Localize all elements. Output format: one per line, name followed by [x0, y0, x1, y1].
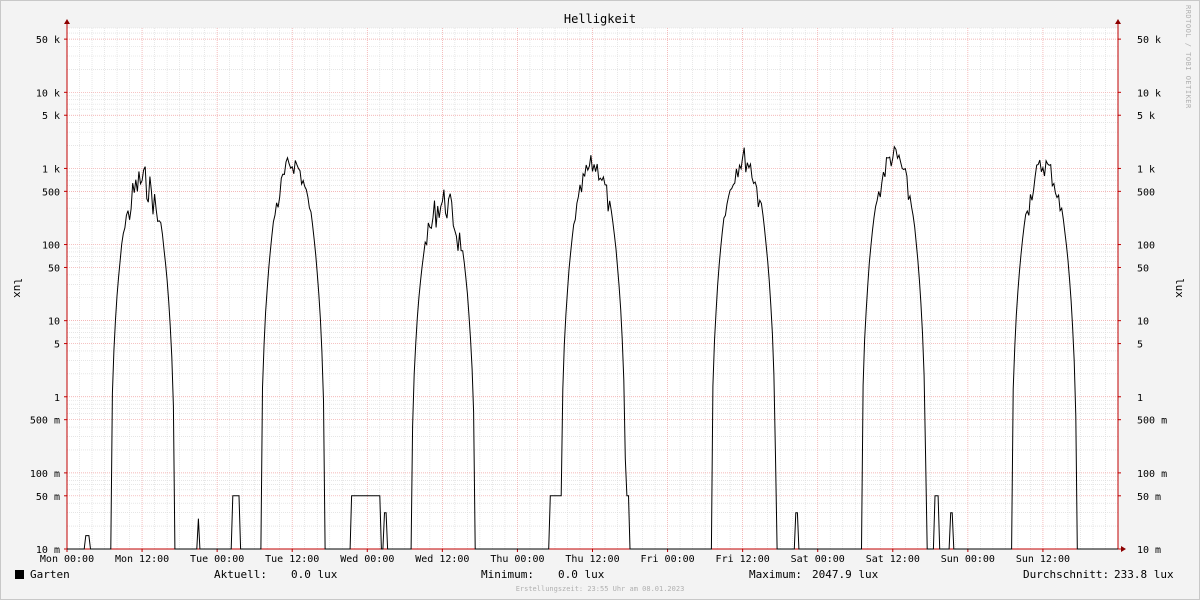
- x-tick-label: Fri 12:00: [716, 554, 770, 565]
- x-tick-label: Mon 12:00: [115, 554, 169, 565]
- x-tick-label: Wed 12:00: [415, 554, 469, 565]
- y-tick-label-right: 500: [1137, 187, 1155, 198]
- creation-time-note: Erstellungszeit: 23:55 Uhr am 08.01.2023: [515, 585, 685, 593]
- legend-avg-value: 233.8 lux: [1114, 568, 1174, 581]
- y-tick-label-right: 5 k: [1137, 111, 1155, 122]
- legend-max-value: 2047.9 lux: [812, 568, 879, 581]
- y-tick-label-right: 500 m: [1137, 416, 1167, 427]
- x-tick-label: Thu 00:00: [490, 554, 544, 565]
- legend-swatch: [15, 570, 24, 579]
- y-tick-label-right: 5: [1137, 340, 1143, 351]
- x-tick-label: Fri 00:00: [640, 554, 694, 565]
- y-tick-label: 10: [48, 317, 60, 328]
- y-tick-label: 10 m: [36, 545, 60, 556]
- y-tick-label: 50 k: [36, 35, 60, 46]
- y-tick-label-right: 50 k: [1137, 35, 1161, 46]
- y-tick-label: 100: [42, 241, 60, 252]
- y-tick-label: 5: [54, 340, 60, 351]
- legend-min-label: Minimum:: [481, 568, 534, 581]
- y-tick-label: 50: [48, 263, 60, 274]
- y-tick-label: 50 m: [36, 492, 60, 503]
- y-axis-label-right: lux: [1173, 278, 1186, 298]
- x-tick-label: Tue 12:00: [265, 554, 319, 565]
- y-tick-label: 1: [54, 393, 60, 404]
- x-tick-label: Thu 12:00: [565, 554, 619, 565]
- x-tick-label: Sun 12:00: [1016, 554, 1070, 565]
- x-axis-arrow: [1121, 546, 1126, 552]
- y-axis-label: lux: [11, 278, 24, 298]
- y-tick-label-right: 50 m: [1137, 492, 1161, 503]
- legend-min-value: 0.0 lux: [558, 568, 605, 581]
- y-tick-label: 100 m: [30, 469, 60, 480]
- y-tick-label-right: 10 k: [1137, 88, 1161, 99]
- legend-current-label: Aktuell:: [214, 568, 267, 581]
- y-tick-label-right: 50: [1137, 263, 1149, 274]
- y-tick-label: 5 k: [42, 111, 60, 122]
- legend-series-name: Garten: [30, 568, 70, 581]
- y-tick-label: 500: [42, 187, 60, 198]
- y-tick-label-right: 1 k: [1137, 164, 1155, 175]
- y-tick-label: 10 k: [36, 88, 60, 99]
- chart-plot: Mon 00:00 Mon 12:00 Tue 00:00 Tue 12:00 Wed …: [11, 19, 1186, 565]
- y-tick-label-right: 10: [1137, 317, 1149, 328]
- x-tick-label: Sun 00:00: [941, 554, 995, 565]
- y-axis-arrow-right: [1115, 19, 1121, 24]
- y-tick-label-right: 100: [1137, 241, 1155, 252]
- legend-max-label: Maximum:: [749, 568, 802, 581]
- y-tick-label: 500 m: [30, 416, 60, 427]
- x-tick-label: Sat 12:00: [866, 554, 920, 565]
- y-axis-arrow: [64, 19, 70, 24]
- legend-current-value: 0.0 lux: [291, 568, 338, 581]
- y-tick-label: 1 k: [42, 164, 60, 175]
- y-tick-label-right: 100 m: [1137, 469, 1167, 480]
- x-tick-label: Tue 00:00: [190, 554, 244, 565]
- y-tick-label-right: 1: [1137, 393, 1143, 404]
- legend-avg-label: Durchschnitt:: [1023, 568, 1110, 581]
- x-tick-label: Wed 00:00: [340, 554, 394, 565]
- x-tick-label: Sat 00:00: [791, 554, 845, 565]
- y-tick-label-right: 10 m: [1137, 545, 1161, 556]
